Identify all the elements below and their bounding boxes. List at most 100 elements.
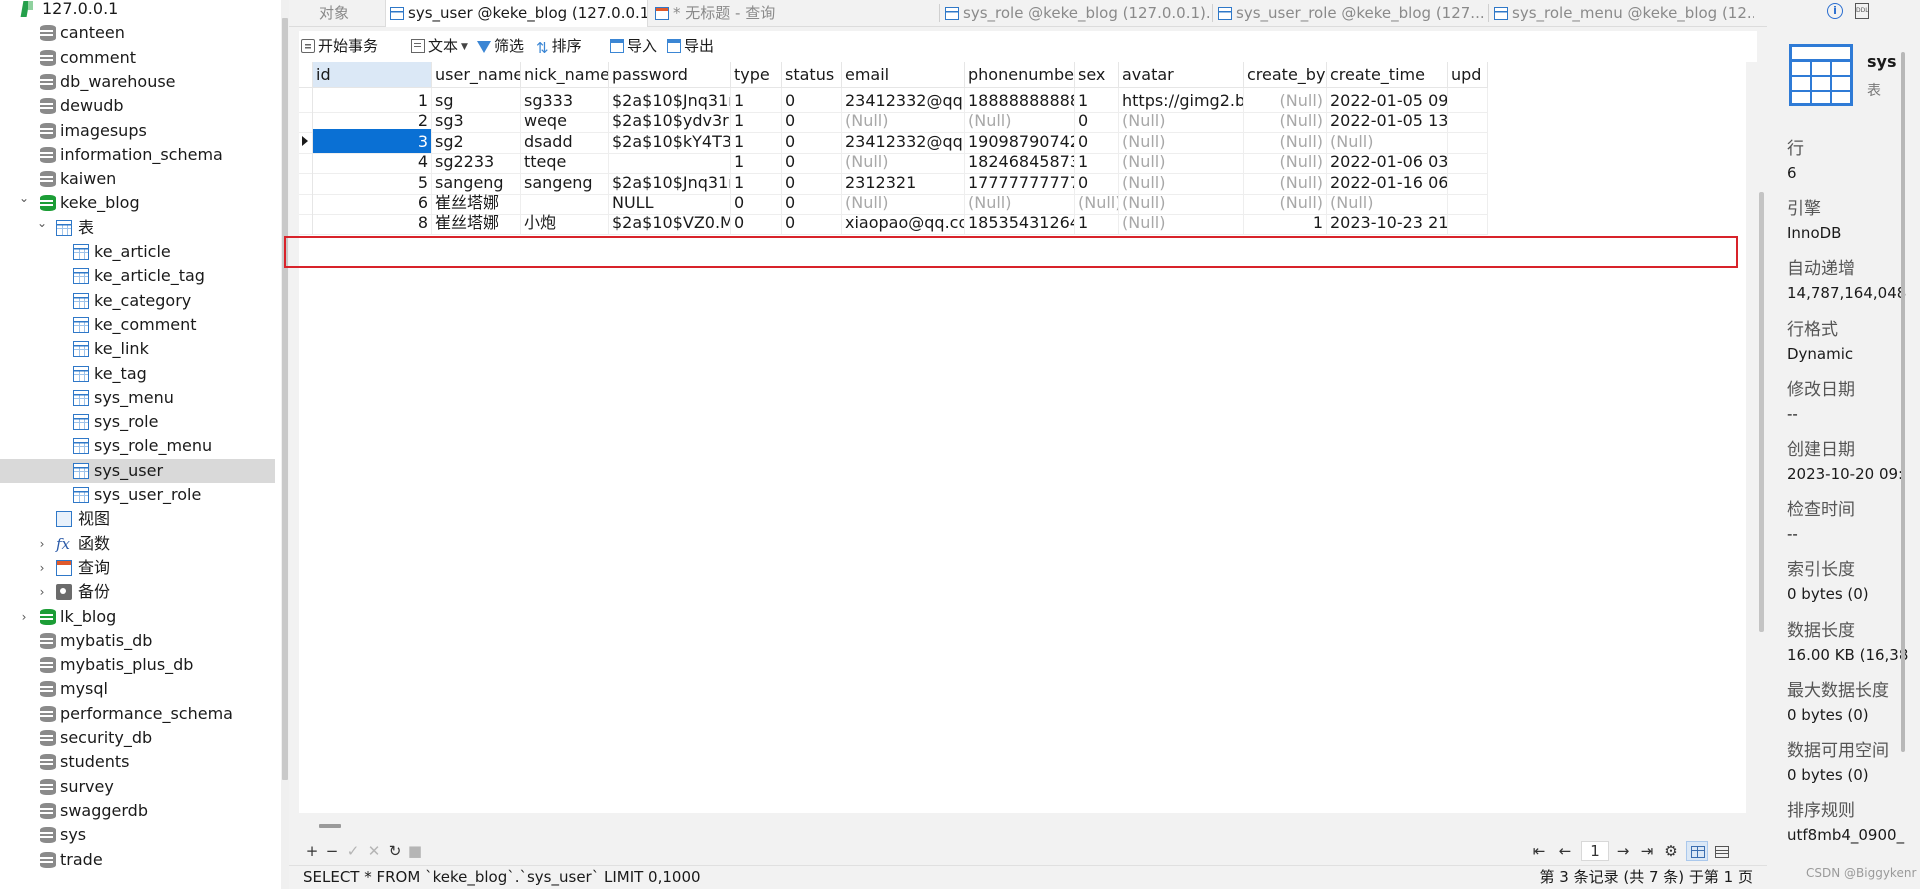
refresh-icon[interactable]: ↻ <box>386 838 404 864</box>
tree-item-database[interactable]: kaiwen <box>0 167 275 191</box>
cell-user_name[interactable]: 崔丝塔娜 <box>432 210 521 236</box>
tree-scrollbar-thumb[interactable] <box>282 18 288 780</box>
cell-nick_name[interactable]: 小炮 <box>521 210 609 236</box>
tab-sys-user-role[interactable]: sys_user_role @keke_blog (127... <box>1214 0 1486 27</box>
filter-button[interactable]: 筛选 <box>477 31 524 62</box>
tree-scrollbar[interactable] <box>281 0 289 889</box>
chevron-right-icon[interactable]: › <box>36 556 48 580</box>
chevron-down-icon[interactable]: ⌄ <box>36 211 48 235</box>
grid-vertical-scrollbar[interactable] <box>1756 62 1767 814</box>
begin-transaction-button[interactable]: 开始事务 <box>301 31 378 62</box>
cell-email[interactable]: xiaopao@qq.com <box>842 210 965 236</box>
ddl-icon[interactable]: DDL <box>1855 3 1869 19</box>
grid-horizontal-scrollbar-thumb[interactable] <box>319 824 341 828</box>
column-header-password[interactable]: password <box>609 62 731 88</box>
tree-item-functions-folder[interactable]: › fx 函数 <box>0 532 275 556</box>
next-page-icon[interactable]: → <box>1613 838 1633 864</box>
tree-item-database[interactable]: security_db <box>0 726 275 750</box>
column-header-id[interactable]: id <box>313 62 432 88</box>
discard-changes-icon[interactable]: ✕ <box>365 838 383 864</box>
cell-password[interactable]: $2a$10$VZ0.MZsCN <box>609 210 731 236</box>
tree-item-views-folder[interactable]: 视图 <box>0 507 275 531</box>
column-header-nick_name[interactable]: nick_name <box>521 62 609 88</box>
apply-changes-icon[interactable]: ✓ <box>344 838 362 864</box>
info-panel-scrollbar[interactable] <box>1899 40 1907 760</box>
column-header-phonenumber[interactable]: phonenumber <box>965 62 1075 88</box>
grid-vertical-scrollbar-thumb[interactable] <box>1759 192 1764 632</box>
cell-type[interactable]: 0 <box>731 210 782 236</box>
chevron-right-icon[interactable]: › <box>18 605 30 629</box>
tree-item-database[interactable]: students <box>0 750 275 774</box>
tab-sys-role-menu[interactable]: sys_role_menu @keke_blog (12... <box>1490 0 1754 27</box>
tree-item-database[interactable]: mysql <box>0 677 275 701</box>
tree-item-database[interactable]: survey <box>0 775 275 799</box>
cell-create_time[interactable]: 2023-10-23 21:34:30 <box>1327 210 1448 236</box>
tree-item-table[interactable]: sys_user <box>0 458 275 483</box>
column-header-create_by[interactable]: create_by <box>1244 62 1327 88</box>
import-button[interactable]: 导入 <box>610 31 657 62</box>
tree-item-table[interactable]: ke_comment <box>0 313 275 337</box>
tree-item-table[interactable]: sys_role_menu <box>0 434 275 458</box>
column-header-email[interactable]: email <box>842 62 965 88</box>
tree-item-database[interactable]: performance_schema <box>0 702 275 726</box>
page-number-input[interactable]: 1 <box>1581 841 1609 861</box>
gear-icon[interactable]: ⚙ <box>1661 838 1681 864</box>
tree-item-table[interactable]: sys_user_role <box>0 483 275 507</box>
tree-item-table[interactable]: ke_link <box>0 337 275 361</box>
tree-item-server[interactable]: 127.0.0.1 <box>0 0 275 21</box>
cell-phonenumber[interactable]: 18535431264 <box>965 210 1075 236</box>
tree-item-database[interactable]: mybatis_db <box>0 629 275 653</box>
tree-item-database[interactable]: swaggerdb <box>0 799 275 823</box>
cell-avatar[interactable]: (Null) <box>1119 210 1244 236</box>
cell-status[interactable]: 0 <box>782 210 842 236</box>
cell-id[interactable]: 8 <box>313 210 432 236</box>
tree-item-table[interactable]: ke_category <box>0 289 275 313</box>
info-icon[interactable]: i <box>1827 3 1843 19</box>
stop-icon[interactable]: ■ <box>406 838 424 864</box>
column-header-avatar[interactable]: avatar <box>1119 62 1244 88</box>
first-page-icon[interactable]: ⇤ <box>1529 838 1549 864</box>
tree-item-database[interactable]: imagesups <box>0 119 275 143</box>
tab-objects[interactable]: 对象 <box>289 0 379 27</box>
sort-button[interactable]: ⇅ 排序 <box>536 31 582 62</box>
export-button[interactable]: 导出 <box>667 31 714 62</box>
column-header-type[interactable]: type <box>731 62 782 88</box>
tab-untitled-query[interactable]: * 无标题 - 查询 <box>651 0 919 27</box>
cell-sex[interactable]: 1 <box>1075 210 1119 236</box>
cell-create_by[interactable]: 1 <box>1244 210 1327 236</box>
chevron-right-icon[interactable]: › <box>36 580 48 604</box>
tree-item-queries-folder[interactable]: › 查询 <box>0 556 275 580</box>
cell-upd[interactable] <box>1448 210 1488 236</box>
tree-item-database[interactable]: db_warehouse <box>0 70 275 94</box>
column-header-create_time[interactable]: create_time <box>1327 62 1448 88</box>
column-header-upd[interactable]: upd <box>1448 62 1488 88</box>
tree-item-table[interactable]: ke_article <box>0 240 275 264</box>
form-view-icon[interactable] <box>1710 841 1732 861</box>
tree-item-table[interactable]: ke_article_tag <box>0 264 275 288</box>
tab-sys-role[interactable]: sys_role @keke_blog (127.0.0.1)... <box>941 0 1210 27</box>
tree-item-database[interactable]: comment <box>0 46 275 70</box>
column-header-sex[interactable]: sex <box>1075 62 1119 88</box>
add-record-icon[interactable]: + <box>303 838 321 864</box>
tree-item-database[interactable]: information_schema <box>0 143 275 167</box>
tree-item-database[interactable]: dewudb <box>0 94 275 118</box>
tree-item-table[interactable]: sys_role <box>0 410 275 434</box>
last-page-icon[interactable]: ⇥ <box>1637 838 1657 864</box>
previous-page-icon[interactable]: ← <box>1555 838 1575 864</box>
tree-item-database[interactable]: › lk_blog <box>0 605 275 629</box>
tree-item-database[interactable]: trade <box>0 848 275 872</box>
chevron-right-icon[interactable]: › <box>36 532 48 556</box>
tree-item-database[interactable]: mybatis_plus_db <box>0 653 275 677</box>
tree-item-backups-folder[interactable]: › 备份 <box>0 580 275 604</box>
tree-item-database[interactable]: sys <box>0 823 275 847</box>
info-panel-scrollbar-thumb[interactable] <box>1901 52 1905 752</box>
text-button[interactable]: 文本 ▼ <box>411 31 468 62</box>
grid-view-icon[interactable] <box>1686 841 1708 861</box>
tab-sys-user[interactable]: sys_user @keke_blog (127.0.0.1)... <box>385 0 648 27</box>
chevron-down-icon[interactable]: ⌄ <box>18 186 30 210</box>
tree-item-database[interactable]: canteen <box>0 21 275 45</box>
tree-item-tables-folder[interactable]: ⌄ 表 <box>0 216 275 240</box>
tree-item-table[interactable]: ke_tag <box>0 362 275 386</box>
tree-item-table[interactable]: sys_menu <box>0 386 275 410</box>
row-selector[interactable] <box>299 210 313 236</box>
